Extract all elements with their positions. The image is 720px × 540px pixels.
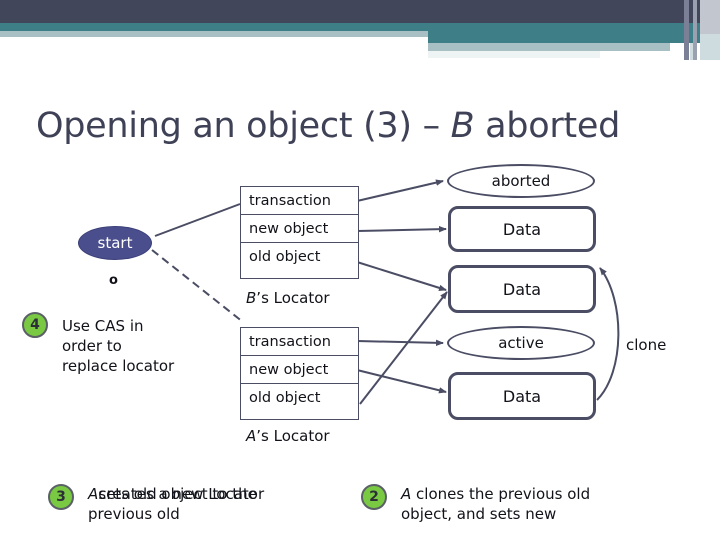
step-text-3-italic-lead: A — [88, 485, 99, 503]
aborted-ellipse-label: aborted — [491, 172, 551, 190]
wire-a-transaction-to-active — [356, 339, 444, 347]
locator-a-caption-rest: ’s Locator — [256, 427, 330, 445]
data-box-bottom-label: Data — [502, 386, 542, 406]
step-text-2-line-1: A clones the previous old — [401, 484, 590, 504]
locator-a-row-old-object: old object — [249, 390, 321, 406]
step-text-3-overlap-b: creates a new Locator — [98, 485, 265, 503]
step-text-3-line-1: A sets old object to the sets old object… — [88, 484, 264, 504]
step-text-2: A clones the previous old object, and se… — [401, 484, 590, 524]
wire-start-to-b-locator — [154, 203, 241, 237]
start-marker-label: o — [109, 273, 118, 288]
wire-b-transaction-to-aborted — [356, 179, 444, 202]
active-ellipse: active — [447, 326, 595, 360]
clone-label: clone — [626, 336, 667, 354]
locator-a-row-transaction: transaction — [241, 328, 358, 356]
wire-b-newobject-to-data-top — [356, 225, 447, 233]
data-box-top: Data — [448, 206, 596, 252]
step-text-2-italic-lead: A — [401, 485, 412, 503]
data-box-middle: Data — [448, 265, 596, 313]
locator-a: transaction new object old object — [240, 327, 359, 420]
step-text-4-line-3: replace locator — [62, 357, 175, 375]
data-box-top-label: Data — [502, 219, 542, 239]
aborted-ellipse: aborted — [447, 164, 595, 198]
locator-b-row-old-object: old object — [249, 249, 321, 265]
step-badge-3: 3 — [48, 484, 74, 510]
wire-b-oldobject-to-data-mid — [356, 261, 447, 291]
active-ellipse-label: active — [498, 334, 544, 352]
wire-start-to-a-locator-dashed — [151, 249, 244, 323]
step-text-4-line-2: order to — [62, 337, 122, 355]
step-text-2-line-2: object, and sets new — [401, 505, 557, 523]
start-ellipse-label: start — [97, 234, 133, 252]
locator-a-row-new-object: new object — [241, 356, 358, 384]
locator-a-caption: A’s Locator — [246, 427, 330, 445]
data-box-middle-label: Data — [502, 279, 542, 299]
wire-a-oldobject-to-data-mid — [359, 291, 448, 405]
start-ellipse: start — [78, 226, 152, 260]
step-text-4-line-1: Use CAS in — [62, 317, 144, 335]
step-text-2-line-1-rest: clones the previous old — [411, 485, 591, 503]
connector-layer — [151, 179, 620, 405]
locator-b-caption: B’s Locator — [246, 289, 330, 307]
locator-b-row-new-object: new object — [241, 215, 358, 243]
step-text-3: A sets old object to the sets old object… — [88, 484, 264, 524]
locator-b: transaction new object old object — [240, 186, 359, 279]
step-badge-2: 2 — [361, 484, 387, 510]
wire-clone-curve — [596, 267, 620, 401]
step-text-3-line-2: previous old — [88, 505, 180, 523]
locator-a-caption-italic: A — [246, 427, 257, 445]
step-text-4: Use CAS in order to replace locator — [62, 316, 174, 376]
locator-b-caption-italic: B — [246, 289, 257, 307]
locator-b-row-transaction: transaction — [241, 187, 358, 215]
wire-a-newobject-to-data-bottom — [356, 369, 447, 394]
slide-canvas: Opening an object (3) – B aborted start … — [0, 0, 720, 540]
locator-b-caption-rest: ’s Locator — [256, 289, 330, 307]
data-box-bottom: Data — [448, 372, 596, 420]
step-text-3-overlap: sets old object to the sets old object t… — [98, 484, 264, 504]
step-badge-4: 4 — [22, 312, 48, 338]
